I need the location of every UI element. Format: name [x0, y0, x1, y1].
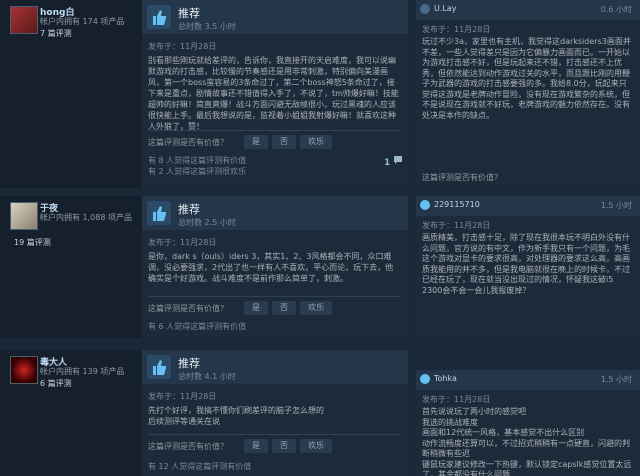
author-name[interactable]: U.Lay	[434, 4, 457, 13]
yes-button[interactable]: 是	[244, 439, 268, 453]
verdict-label: 推荐	[178, 203, 200, 216]
posted-date: 发布于：11月28日	[148, 392, 217, 401]
no-button[interactable]: 否	[272, 301, 296, 315]
comment-count[interactable]: 1	[384, 155, 403, 168]
playtime: 1.5 小时	[600, 375, 632, 384]
thumbs-up-icon	[420, 200, 430, 210]
posted-date: 发布于：11月28日	[422, 221, 491, 230]
review-text: 玩过不少3a，家里也有主机，我觉得这darksiders3画面并不差，一些人觉得…	[422, 37, 631, 120]
review-card: 毒大人 帐户内拥有 139 项产品 6 篇评测 推荐 总时数 4.1 小时 发布…	[0, 350, 408, 476]
thumbs-up-icon	[147, 201, 171, 225]
review-text: 首先说说玩了两小时的感觉吧 我选的挑战难度 画面和12代统一风格，基本感觉不出什…	[422, 407, 632, 476]
review-author-panel: 毒大人 帐户内拥有 139 项产品 6 篇评测	[0, 350, 137, 476]
review-card: U.Lay 0.6 小时 发布于：11月28日 玩过不少3a，家里也有主机，我觉…	[416, 0, 640, 188]
posted-date: 发布于：11月28日	[148, 238, 217, 247]
helpful-count: 有 6 人觉得这篇评测有价值	[148, 322, 247, 331]
no-button[interactable]: 否	[272, 135, 296, 149]
verdict-header: U.Lay 0.6 小时	[416, 0, 640, 20]
verdict-label: 推荐	[178, 7, 200, 20]
review-count[interactable]: 19 篇评测	[14, 237, 51, 248]
divider	[148, 296, 400, 297]
playtime: 1.5 小时	[600, 201, 632, 210]
playtime: 总时数 3.5 小时	[178, 22, 236, 31]
review-card: 于夜 帐户内拥有 1,088 项产品 19 篇评测 推荐 总时数 2.5 小时 …	[0, 196, 408, 338]
author-name[interactable]: Tohka	[434, 374, 457, 383]
review-count[interactable]: 7 篇评测	[40, 28, 72, 39]
products-owned: 帐户内拥有 1,088 项产品	[40, 213, 132, 222]
review-body: 推荐 总时数 3.5 小时 发布于：11月28日 别看那些刚玩就给差评的，告诉你…	[142, 0, 408, 188]
funny-button[interactable]: 欢乐	[300, 135, 332, 149]
verdict-header: Tohka 1.5 小时	[416, 370, 640, 390]
verdict-header: 推荐 总时数 2.5 小时	[142, 196, 408, 230]
thumbs-up-icon	[147, 355, 171, 379]
review-card: 229115710 1.5 小时 发布于：11月28日 画质精美，打击感十足，除…	[416, 196, 640, 338]
thumbs-up-icon	[420, 374, 430, 384]
divider	[148, 434, 400, 435]
review-text: 是你，dark s（ouls）iders 3，其实1、2、3风格都会不同，众口难…	[148, 252, 394, 283]
avatar[interactable]	[10, 202, 38, 230]
helpful-question: 这篇评测是否有价值？	[148, 304, 228, 313]
review-author-panel: 于夜 帐户内拥有 1,088 项产品 19 篇评测	[0, 196, 137, 338]
review-card: Tohka 1.5 小时 发布于：11月28日 首先说说玩了两小时的感觉吧 我选…	[416, 370, 640, 476]
avatar[interactable]	[10, 6, 38, 34]
posted-date: 发布于：11月28日	[422, 25, 491, 34]
review-author-panel: hong白 帐户内拥有 174 项产品 7 篇评测	[0, 0, 137, 188]
avatar[interactable]	[10, 356, 38, 384]
author-name[interactable]: 229115710	[434, 200, 480, 209]
steam-icon	[420, 4, 430, 14]
playtime: 总时数 2.5 小时	[178, 218, 236, 227]
thumbs-up-icon	[147, 5, 171, 29]
review-body: 推荐 总时数 2.5 小时 发布于：11月28日 是你，dark s（ouls）…	[142, 196, 408, 338]
yes-button[interactable]: 是	[244, 135, 268, 149]
funny-button[interactable]: 欢乐	[300, 439, 332, 453]
posted-date: 发布于：11月28日	[422, 395, 491, 404]
funny-button[interactable]: 欢乐	[300, 301, 332, 315]
review-card: hong白 帐户内拥有 174 项产品 7 篇评测 推荐 总时数 3.5 小时 …	[0, 0, 408, 188]
no-button[interactable]: 否	[272, 439, 296, 453]
yes-button[interactable]: 是	[244, 301, 268, 315]
review-text: 别看那些刚玩就给差评的，告诉你，我直接开的天启难度，我可以说幽默游戏的打击感，比…	[148, 56, 399, 131]
products-owned: 帐户内拥有 139 项产品	[40, 367, 125, 376]
review-text: 先打个好评，我搞不懂你们刷差评的脑子怎么想的 后续测评等通关在说	[148, 406, 324, 426]
helpful-count: 有 12 人觉得这篇评测有价值	[148, 462, 252, 471]
verdict-header: 229115710 1.5 小时	[416, 196, 640, 216]
playtime: 0.6 小时	[600, 5, 632, 14]
helpful-question: 这篇评测是否有价值？	[422, 173, 502, 182]
review-text: 画质精美，打击感十足，除了现在我很本玩不明白外没有什么问题，官方说的有中文，作为…	[422, 233, 630, 295]
verdict-header: 推荐 总时数 4.1 小时	[142, 350, 408, 384]
helpful-question: 这篇评测是否有价值？	[148, 138, 228, 147]
verdict-label: 推荐	[178, 357, 200, 370]
review-count[interactable]: 6 篇评测	[40, 378, 72, 389]
playtime: 总时数 4.1 小时	[178, 372, 236, 381]
verdict-header: 推荐 总时数 3.5 小时	[142, 0, 408, 34]
helpful-question: 这篇评测是否有价值？	[148, 442, 228, 451]
review-body: 推荐 总时数 4.1 小时 发布于：11月28日 先打个好评，我搞不懂你们刷差评…	[142, 350, 408, 476]
helpful-count: 有 8 人觉得这篇评测有价值	[148, 156, 247, 165]
products-owned: 帐户内拥有 174 项产品	[40, 17, 125, 26]
posted-date: 发布于：11月28日	[148, 42, 217, 51]
funny-count: 有 2 人觉得这篇评测很欢乐	[148, 167, 247, 176]
divider	[148, 130, 400, 131]
comment-icon	[394, 156, 403, 164]
